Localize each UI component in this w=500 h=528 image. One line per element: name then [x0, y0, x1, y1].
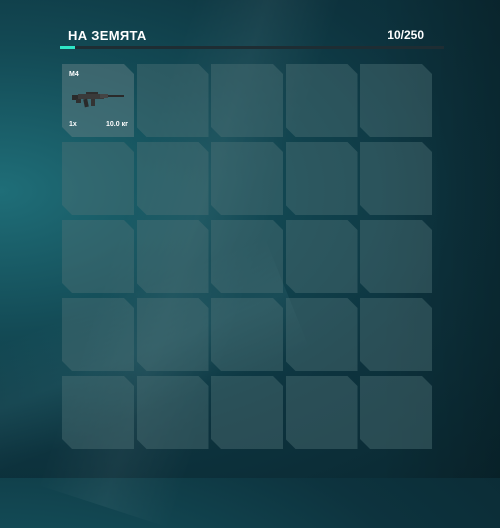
inventory-slot[interactable] [286, 142, 358, 215]
inventory-slot[interactable] [62, 298, 134, 371]
inventory-slot[interactable] [360, 298, 432, 371]
inventory-slot[interactable] [211, 376, 283, 449]
item-name: M4 [69, 71, 79, 78]
item-weight: 10.0 кг [106, 121, 128, 128]
capacity-count: 10/250 [387, 28, 424, 42]
inventory-slot[interactable] [211, 142, 283, 215]
capacity-bar [60, 46, 444, 49]
inventory-slot[interactable] [62, 142, 134, 215]
inventory-slot[interactable] [137, 142, 209, 215]
inventory-slot[interactable] [360, 220, 432, 293]
inventory-slot[interactable] [286, 64, 358, 137]
inventory-slot[interactable] [360, 142, 432, 215]
capacity-bar-fill [60, 46, 76, 49]
inventory-slot[interactable] [286, 376, 358, 449]
item-quantity: 1x [69, 121, 77, 128]
inventory-slot[interactable] [137, 220, 209, 293]
inventory-title: НА ЗЕМЯТА [68, 28, 147, 43]
inventory-slot[interactable] [62, 220, 134, 293]
inventory-slot[interactable] [286, 298, 358, 371]
inventory-slot[interactable] [360, 64, 432, 137]
inventory-slot[interactable] [137, 376, 209, 449]
inventory-slot[interactable] [211, 64, 283, 137]
inventory-slot[interactable] [211, 298, 283, 371]
inventory-slot[interactable] [137, 64, 209, 137]
inventory-slot[interactable] [360, 376, 432, 449]
inventory-grid: M4 1x 10.0 кг [62, 64, 432, 449]
inventory-slot[interactable] [211, 220, 283, 293]
rifle-icon [72, 90, 126, 115]
inventory-slot[interactable] [137, 298, 209, 371]
inventory-slot[interactable]: M4 1x 10.0 кг [62, 64, 134, 137]
inventory-slot[interactable] [62, 376, 134, 449]
inventory-slot[interactable] [286, 220, 358, 293]
